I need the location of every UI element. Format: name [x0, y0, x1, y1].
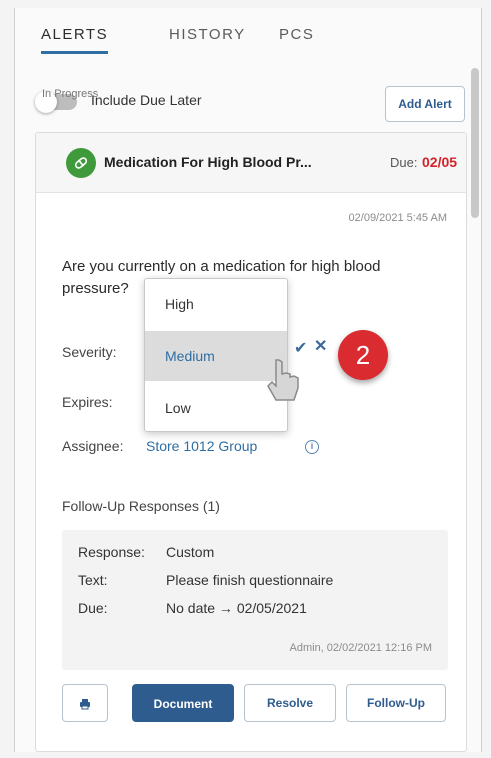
step-badge: 2: [338, 330, 388, 380]
followup-response: Response: Custom Text: Please finish que…: [62, 530, 448, 670]
text-value: Please finish questionnaire: [166, 572, 334, 588]
info-icon[interactable]: i: [305, 440, 319, 454]
status-text: In Progress: [42, 88, 99, 100]
check-icon[interactable]: ✔: [294, 338, 307, 358]
resolve-button[interactable]: Resolve: [244, 684, 336, 722]
text-key: Text:: [78, 572, 108, 588]
alert-header[interactable]: Medication For High Blood Pr... Due: 02/…: [36, 133, 466, 193]
assignee-link[interactable]: Store 1012 Group: [146, 438, 257, 454]
severity-label: Severity:: [62, 344, 117, 360]
tab-pcs[interactable]: PCS: [279, 26, 314, 51]
close-icon[interactable]: ✕: [314, 336, 327, 356]
tab-alerts[interactable]: ALERTS: [41, 26, 109, 54]
toolbar: Include Due Later Add Alert: [35, 86, 465, 122]
due-key: Due:: [78, 600, 108, 616]
pointer-cursor-icon: [267, 359, 299, 401]
due-label: Due:: [390, 155, 418, 170]
severity-option-high[interactable]: High: [145, 279, 287, 329]
tab-history[interactable]: HISTORY: [169, 26, 246, 51]
tab-bar: ALERTS HISTORY PCS: [35, 26, 475, 66]
response-value: Custom: [166, 544, 215, 560]
followup-title: Follow-Up Responses (1): [62, 498, 220, 514]
due-value: No date → 02/05/2021: [166, 600, 307, 616]
toggle-label: Include Due Later: [91, 92, 202, 108]
expires-label: Expires:: [62, 394, 113, 410]
response-key: Response:: [78, 544, 145, 560]
document-button[interactable]: Document: [132, 684, 234, 722]
follow-up-button[interactable]: Follow-Up: [346, 684, 446, 722]
alert-timestamp: 02/09/2021 5:45 AM: [348, 212, 447, 224]
scrollbar[interactable]: [471, 68, 479, 218]
alert-title: Medication For High Blood Pr...: [104, 154, 312, 170]
followup-meta: Admin, 02/02/2021 12:16 PM: [289, 642, 432, 654]
due-date: 02/05: [422, 154, 458, 170]
add-alert-button[interactable]: Add Alert: [385, 86, 465, 122]
medication-icon: [66, 148, 96, 178]
print-icon: [80, 699, 90, 710]
severity-dropdown[interactable]: High Medium Low: [144, 278, 288, 432]
assignee-label: Assignee:: [62, 438, 124, 454]
print-button[interactable]: [62, 684, 108, 722]
